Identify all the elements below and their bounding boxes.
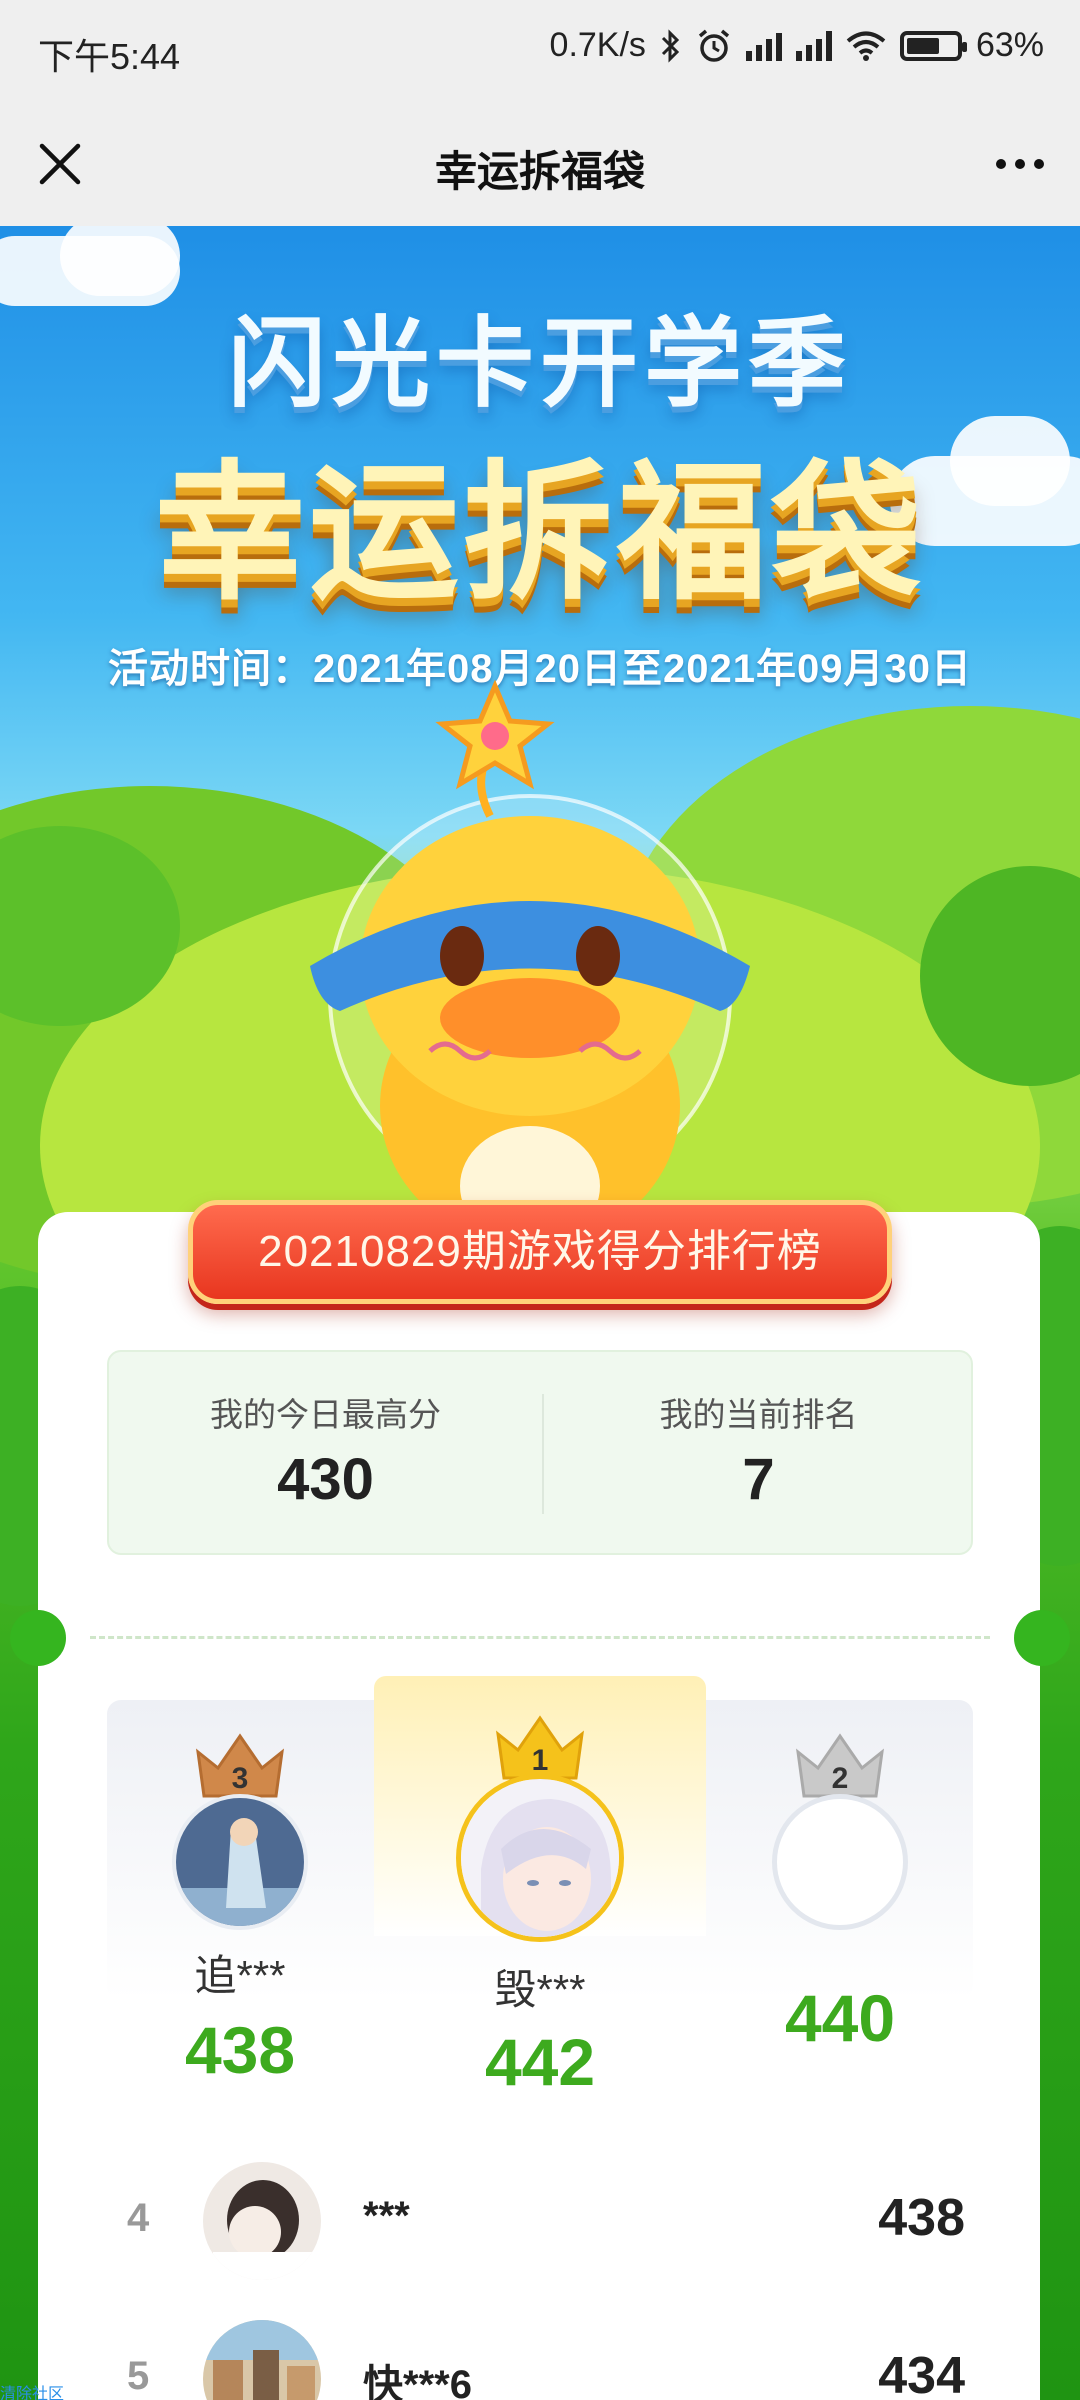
player-score: 434 [878, 2347, 965, 2400]
bluetooth-icon [661, 28, 680, 63]
status-icons: 0.7K/s 63% [550, 26, 1044, 65]
rank-number: 5 [127, 2354, 150, 2398]
my-rank-value: 7 [742, 1447, 775, 1512]
silver-crown-icon: 2 [796, 1733, 884, 1798]
watermark: 清除社区 [0, 2386, 65, 2400]
battery-icon [899, 30, 967, 61]
player-name: 毁*** [494, 1966, 586, 2013]
page-title: 幸运拆福袋 [434, 148, 645, 195]
avatar [172, 1794, 308, 1930]
ribbon-title: 20210829期游戏得分排行榜 [258, 1227, 822, 1276]
gold-crown-icon: 1 [496, 1715, 584, 1780]
player-name: 追*** [194, 1952, 286, 1999]
leaderboard-ribbon: 20210829期游戏得分排行榜 [188, 1200, 892, 1304]
avatar-image [203, 2320, 321, 2400]
list-item[interactable]: 5 快***6 434 [107, 2310, 973, 2400]
player-score: 438 [184, 2013, 296, 2087]
banner-title: 幸运拆福袋 [154, 447, 925, 621]
avatar [772, 1794, 908, 1930]
avatar-image [203, 2162, 321, 2280]
battery-percent: 63% [975, 26, 1044, 64]
my-stats-panel: 我的今日最高分 430 我的当前排名 7 [107, 1350, 973, 1555]
rank-number: 4 [127, 2196, 150, 2240]
my-best-value: 430 [277, 1447, 374, 1512]
alarm-icon [698, 29, 730, 62]
title-bar: 幸运拆福袋 [0, 100, 1080, 226]
rank-2-number: 2 [832, 1762, 849, 1795]
hd-signal-icon [795, 30, 832, 61]
podium-first[interactable]: 1 毁*** 442 [420, 1712, 660, 2112]
wifi-icon [846, 31, 886, 61]
my-rank-label: 我的当前排名 [659, 1396, 858, 1433]
dashed-divider [90, 1636, 990, 1639]
card-notch-right [1014, 1610, 1070, 1666]
rank-3-number: 3 [232, 1762, 249, 1795]
podium-second[interactable]: 2 440 [720, 1730, 960, 2100]
more-icon[interactable] [984, 134, 1056, 194]
avatar [203, 2162, 321, 2280]
player-score: 438 [878, 2189, 965, 2247]
avatar-image [461, 1779, 619, 1937]
rank-1-number: 1 [532, 1744, 549, 1777]
bronze-crown-icon: 3 [196, 1733, 284, 1798]
my-best-label: 我的今日最高分 [210, 1396, 441, 1433]
status-time: 下午5:44 [38, 36, 181, 77]
avatar-image [176, 1798, 304, 1926]
net-speed: 0.7K/s [549, 26, 646, 64]
duck-mascot [310, 679, 750, 1246]
my-rank: 我的当前排名 7 [542, 1352, 975, 1557]
status-bar: 下午5:44 0.7K/s 63% [0, 0, 1080, 100]
player-name: 快***6 [363, 2363, 472, 2400]
podium-third[interactable]: 3 追*** 438 [120, 1730, 360, 2100]
banner-subtitle: 闪光卡开学季 [227, 307, 852, 421]
list-item[interactable]: 4 *** 438 [107, 2152, 973, 2292]
player-score: 440 [784, 1981, 896, 2055]
avatar [203, 2320, 321, 2400]
avatar [456, 1774, 624, 1942]
signal-icon [745, 31, 782, 61]
card-notch-left [10, 1610, 66, 1666]
player-score: 442 [484, 2025, 596, 2099]
player-name: *** [363, 2194, 410, 2238]
my-best-score: 我的今日最高分 430 [109, 1352, 542, 1557]
